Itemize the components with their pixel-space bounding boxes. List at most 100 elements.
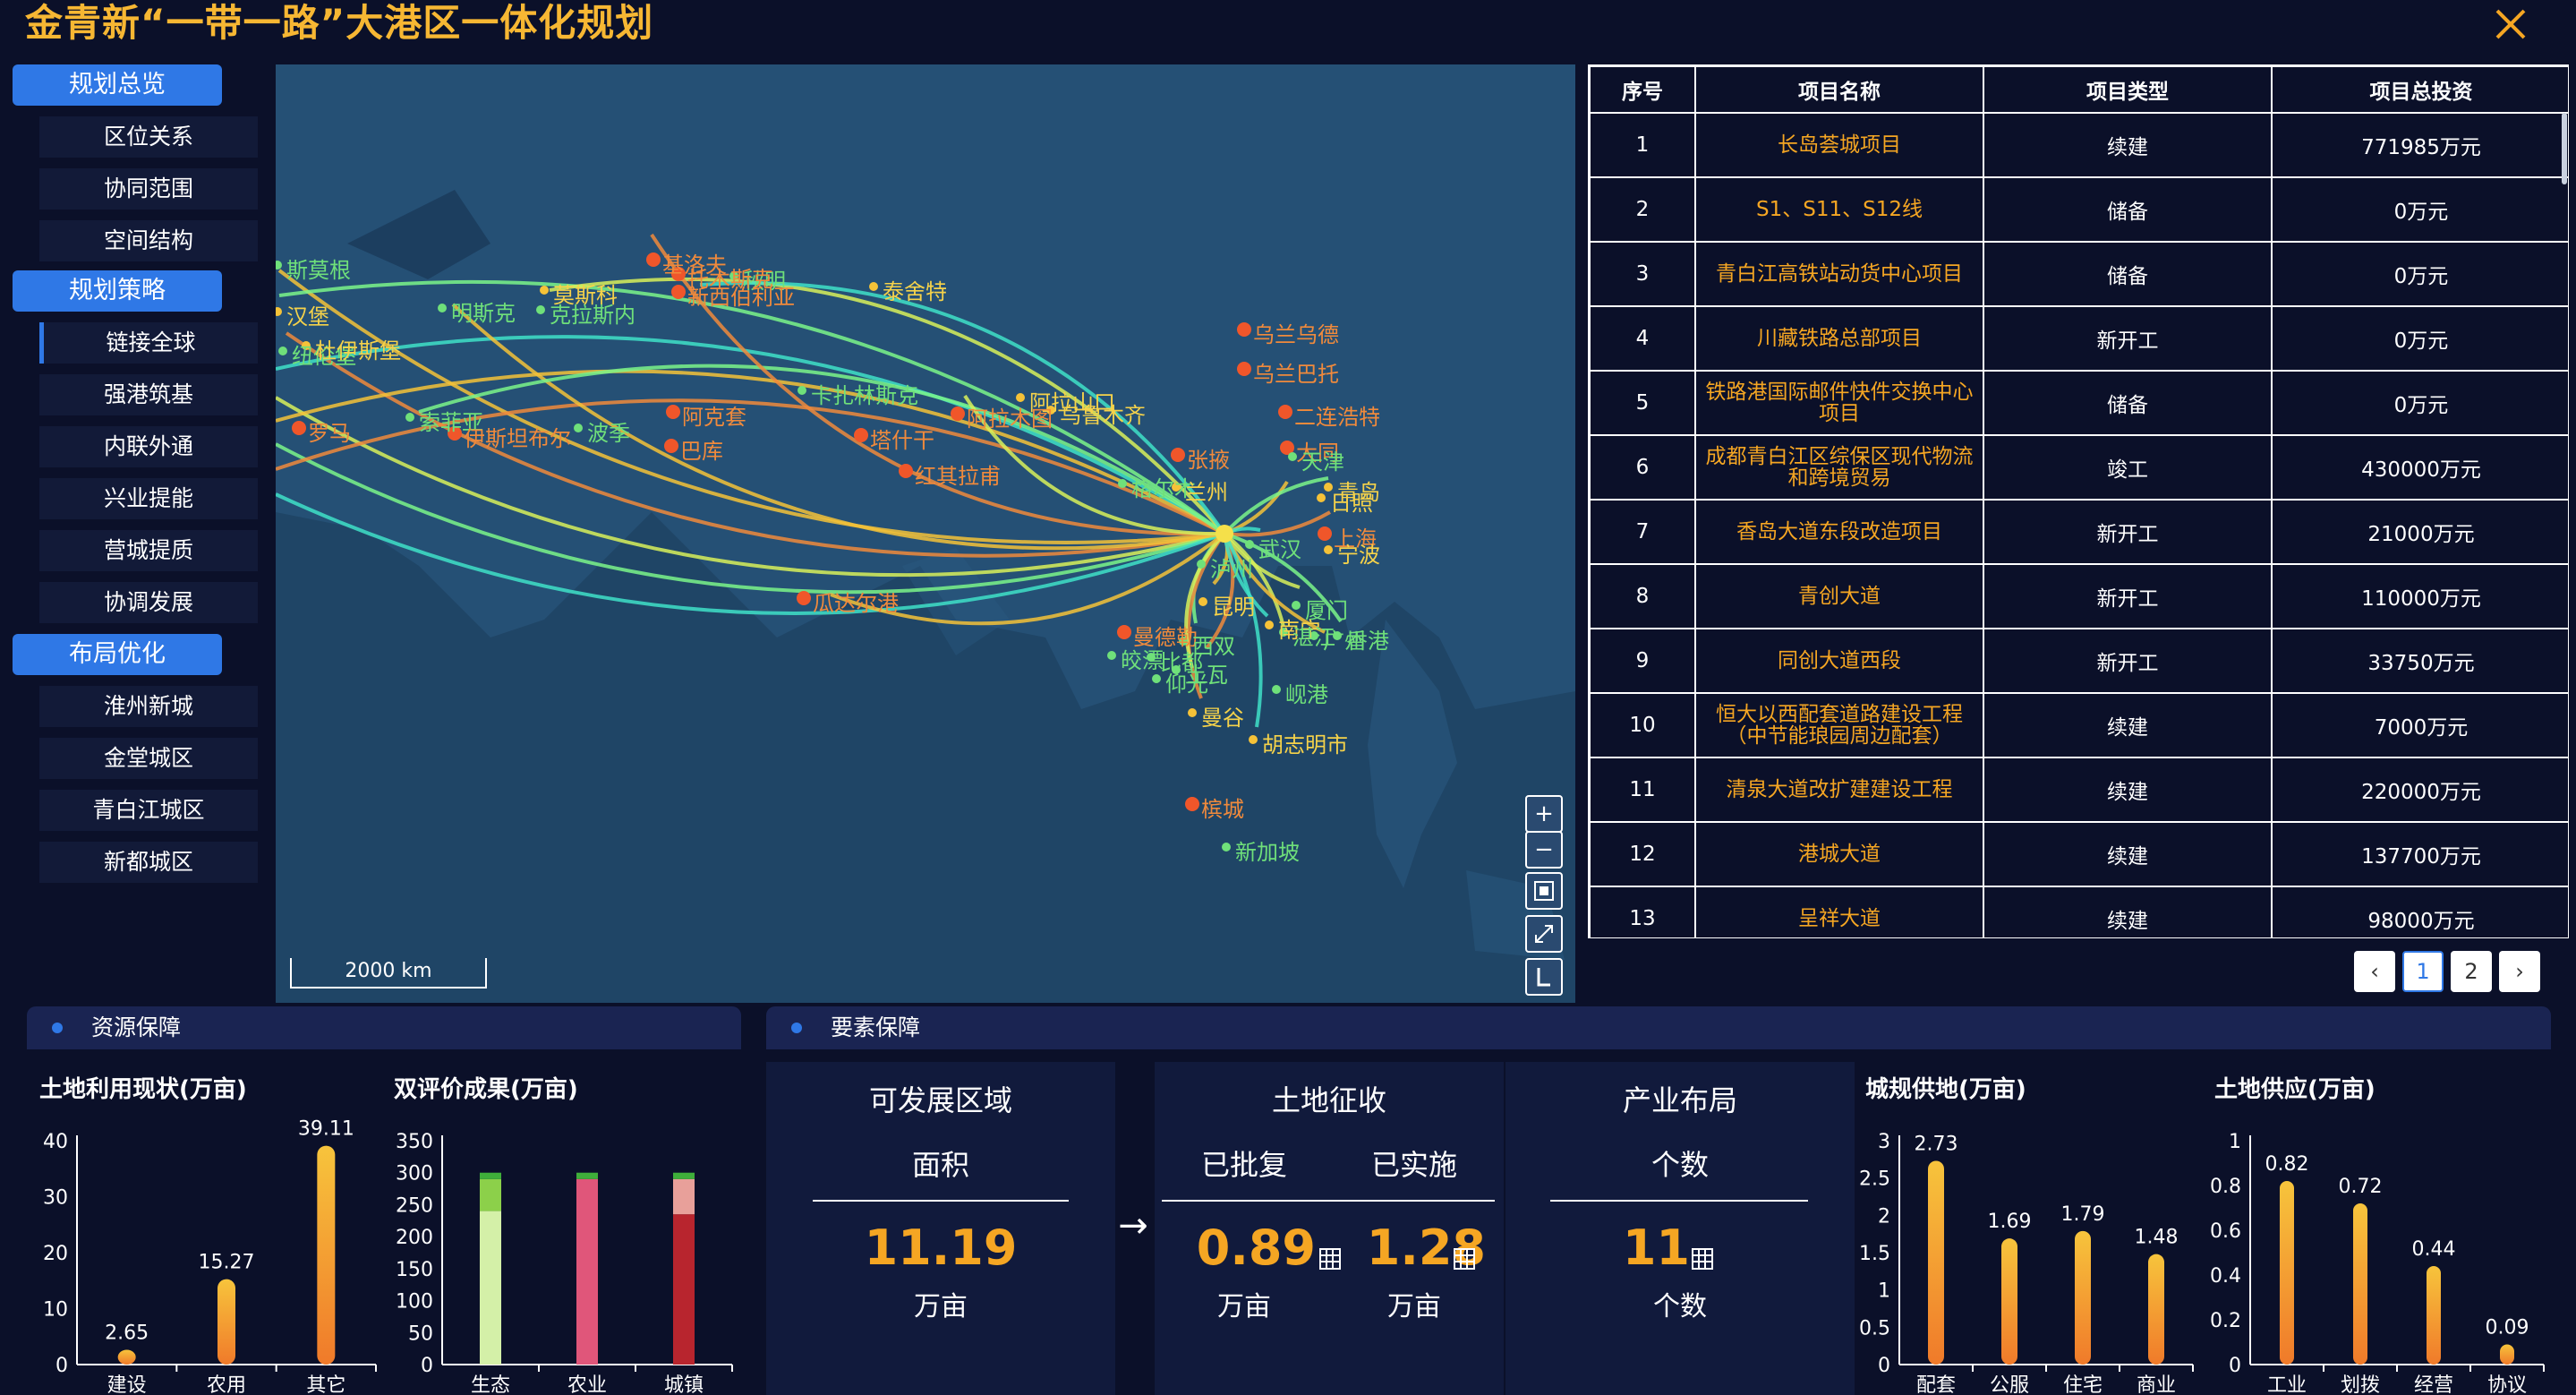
sidebar-item-structure[interactable]: 空间结构 bbox=[39, 220, 258, 261]
city-label: 日照 bbox=[1330, 491, 1373, 516]
city-marker[interactable] bbox=[1197, 560, 1206, 569]
city-marker[interactable] bbox=[798, 386, 806, 395]
city-marker[interactable] bbox=[1107, 651, 1116, 660]
city-marker[interactable] bbox=[1237, 362, 1251, 376]
table-row[interactable]: 5 铁路港国际邮件快件交换中心项目 储备 0万元 bbox=[1589, 370, 2568, 436]
city-marker[interactable] bbox=[1318, 526, 1332, 541]
city-marker[interactable] bbox=[666, 405, 680, 419]
table-row[interactable]: 2 S1、S11、S12线 储备 0万元 bbox=[1589, 176, 2568, 243]
pagination-prev-button[interactable]: ‹ bbox=[2354, 951, 2395, 992]
zoom-out-button[interactable]: − bbox=[1525, 831, 1563, 869]
pagination-page-1[interactable]: 1 bbox=[2402, 951, 2444, 992]
city-marker[interactable] bbox=[405, 413, 414, 422]
fullscreen-icon[interactable] bbox=[1525, 915, 1563, 953]
sidebar-item-xindu[interactable]: 新都城区 bbox=[39, 842, 258, 883]
x-tick-label: 住宅 bbox=[2063, 1374, 2103, 1395]
table-row[interactable]: 1 长岛荟城项目 续建 771985万元 bbox=[1589, 112, 2568, 178]
sidebar-item-coordinate[interactable]: 协调发展 bbox=[39, 582, 258, 623]
city-marker[interactable] bbox=[574, 424, 583, 432]
project-name[interactable]: 恒大以西配套道路建设工程（中节能琅园周边配套） bbox=[1694, 692, 1984, 758]
sidebar-item-qingbaijiang[interactable]: 青白江城区 bbox=[39, 790, 258, 831]
project-name[interactable]: 香岛大道东段改造项目 bbox=[1694, 499, 1984, 565]
city-marker[interactable] bbox=[1188, 708, 1197, 717]
city-marker[interactable] bbox=[899, 464, 913, 478]
sidebar-item-city-quality[interactable]: 营城提质 bbox=[39, 530, 258, 571]
pagination-next-button[interactable]: › bbox=[2499, 951, 2540, 992]
city-marker[interactable] bbox=[1292, 601, 1301, 610]
city-marker[interactable] bbox=[1249, 735, 1258, 744]
city-marker[interactable] bbox=[1265, 620, 1274, 629]
city-marker[interactable] bbox=[1198, 597, 1207, 606]
city-marker[interactable] bbox=[1237, 322, 1251, 337]
project-name[interactable]: 港城大道 bbox=[1694, 821, 1984, 887]
sidebar-item-huaizhou[interactable]: 淮州新城 bbox=[39, 686, 258, 727]
project-name[interactable]: 成都青白江区综保区现代物流和跨境贸易 bbox=[1694, 434, 1984, 501]
city-marker[interactable] bbox=[1185, 797, 1199, 811]
y-tick-label: 2.5 bbox=[1859, 1168, 1890, 1191]
table-row[interactable]: 8 青创大道 新开工 110000万元 bbox=[1589, 563, 2568, 629]
city-marker[interactable] bbox=[951, 407, 965, 421]
city-marker[interactable] bbox=[1272, 685, 1281, 694]
bar-value-label: 0.09 bbox=[2486, 1317, 2529, 1339]
zoom-in-button[interactable]: + bbox=[1525, 795, 1563, 833]
table-row[interactable]: 9 同创大道西段 新开工 33750万元 bbox=[1589, 628, 2568, 694]
close-icon[interactable] bbox=[2488, 2, 2533, 47]
table-scrollbar[interactable] bbox=[2562, 113, 2567, 184]
table-row[interactable]: 12 港城大道 续建 137700万元 bbox=[1589, 821, 2568, 887]
city-label: 明斯克 bbox=[451, 301, 516, 326]
project-name[interactable]: 铁路港国际邮件快件交换中心项目 bbox=[1694, 370, 1984, 436]
sidebar-item-industry[interactable]: 兴业提能 bbox=[39, 478, 258, 519]
sidebar-item-jintang[interactable]: 金堂城区 bbox=[39, 738, 258, 779]
sidebar-item-scope[interactable]: 协同范围 bbox=[39, 168, 258, 210]
city-marker[interactable] bbox=[646, 252, 661, 267]
table-row[interactable]: 6 成都青白江区综保区现代物流和跨境贸易 竣工 430000万元 bbox=[1589, 434, 2568, 501]
project-name[interactable]: 青创大道 bbox=[1694, 563, 1984, 629]
sidebar-item-port-base[interactable]: 强港筑基 bbox=[39, 374, 258, 415]
table-row[interactable]: 11 清泉大道改扩建建设工程 续建 220000万元 bbox=[1589, 757, 2568, 823]
city-marker[interactable] bbox=[671, 285, 686, 299]
hub-marker[interactable] bbox=[1215, 525, 1233, 543]
table-row[interactable]: 10 恒大以西配套道路建设工程（中节能琅园周边配套） 续建 7000万元 bbox=[1589, 692, 2568, 758]
city-marker[interactable] bbox=[854, 428, 868, 442]
table-row[interactable]: 4 川藏铁路总部项目 新开工 0万元 bbox=[1589, 305, 2568, 372]
project-name[interactable]: S1、S11、S12线 bbox=[1694, 176, 1984, 243]
project-name[interactable]: 长岛荟城项目 bbox=[1694, 112, 1984, 178]
table-row[interactable]: 7 香岛大道东段改造项目 新开工 21000万元 bbox=[1589, 499, 2568, 565]
project-name[interactable]: 呈祥大道 bbox=[1694, 886, 1984, 937]
city-marker[interactable] bbox=[1245, 540, 1254, 549]
route-map[interactable]: 斯莫根 汉堡 纽伦堡 杜伊斯堡 罗马 索菲亚 伊斯坦布尔 明斯克 莫斯科 克拉斯内 基洛夫 秋明 托木斯… bbox=[276, 64, 1575, 1003]
legend-icon[interactable] bbox=[1525, 958, 1563, 996]
city-marker[interactable] bbox=[540, 286, 549, 295]
city-marker[interactable] bbox=[1117, 625, 1131, 639]
city-marker[interactable] bbox=[664, 439, 678, 453]
project-name[interactable]: 青白江高铁站动货中心项目 bbox=[1694, 241, 1984, 307]
sidebar-group-overview[interactable]: 规划总览 bbox=[13, 64, 222, 106]
sidebar-group-layout[interactable]: 布局优化 bbox=[13, 634, 222, 675]
city-marker[interactable] bbox=[1118, 479, 1127, 488]
fit-view-icon[interactable] bbox=[1525, 872, 1563, 910]
city-marker[interactable] bbox=[1171, 448, 1185, 462]
city-marker[interactable] bbox=[1278, 405, 1292, 419]
table-row[interactable]: 3 青白江高铁站动货中心项目 储备 0万元 bbox=[1589, 241, 2568, 307]
city-label: 兰州 bbox=[1185, 480, 1228, 505]
city-marker[interactable] bbox=[869, 282, 878, 291]
pagination-page-2[interactable]: 2 bbox=[2451, 951, 2492, 992]
project-name[interactable]: 清泉大道改扩建建设工程 bbox=[1694, 757, 1984, 823]
y-tick-label: 0.2 bbox=[2210, 1310, 2241, 1332]
city-marker[interactable] bbox=[438, 304, 447, 312]
sidebar-item-location[interactable]: 区位关系 bbox=[39, 116, 258, 158]
project-name[interactable]: 川藏铁路总部项目 bbox=[1694, 305, 1984, 372]
city-marker[interactable] bbox=[536, 305, 545, 314]
city-marker[interactable] bbox=[1324, 545, 1333, 554]
sidebar-group-strategy[interactable]: 规划策略 bbox=[13, 270, 222, 312]
table-row[interactable]: 13 呈祥大道 续建 98000万元 bbox=[1589, 886, 2568, 937]
city-marker[interactable] bbox=[797, 591, 811, 605]
city-marker[interactable] bbox=[292, 421, 306, 435]
sidebar-item-connect[interactable]: 内联外通 bbox=[39, 426, 258, 467]
city-marker[interactable] bbox=[1222, 843, 1231, 852]
sidebar-item-global-link[interactable]: 链接全球 bbox=[39, 322, 258, 364]
project-name[interactable]: 同创大道西段 bbox=[1694, 628, 1984, 694]
city-marker[interactable] bbox=[1317, 493, 1326, 502]
city-marker[interactable] bbox=[278, 347, 287, 355]
page-title: 金青新“一带一路”大港区一体化规划 bbox=[25, 1, 654, 45]
